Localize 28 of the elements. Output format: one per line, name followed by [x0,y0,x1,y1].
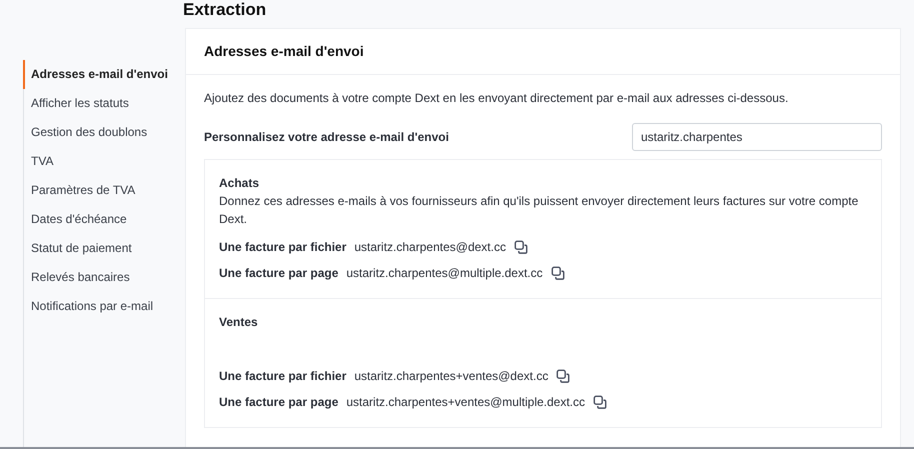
email-address: ustaritz.charpentes@dext.cc [354,239,506,256]
address-label: Une facture par fichier [219,368,346,385]
address-label: Une facture par page [219,394,338,411]
sidebar-item[interactable]: Notifications par e-mail [23,292,185,321]
copy-icon[interactable] [514,240,528,254]
field-label: Personnalisez votre adresse e-mail d'envoi [204,129,449,146]
sidebar-item[interactable]: Afficher les statuts [23,89,185,118]
sidebar-item[interactable]: Gestion des doublons [23,118,185,147]
intro-text: Ajoutez des documents à votre compte Dext en les envoyant directement par e-mail aux adresses ci-dessous. [204,90,790,107]
section-description: Donnez ces adresses e-mails à vos fournisseurs afin qu'ils puissent envoyer directement leurs factures sur votre compte Dext. [219,193,860,228]
address-label: Une facture par page [219,265,338,282]
address-input[interactable]: ustaritz.charpentes [632,123,882,151]
sidebar-item[interactable]: Relevés bancaires [23,263,185,292]
copy-icon[interactable] [593,395,608,409]
page-title: Extraction [183,0,268,20]
sidebar-item[interactable]: Paramètres de TVA [23,176,185,205]
address-label: Une facture par fichier [219,239,346,256]
email-address: ustaritz.charpentes+ventes@dext.cc [354,368,548,385]
section-title: Ventes [219,314,259,331]
email-address: ustaritz.charpentes@multiple.dext.cc [346,265,543,282]
copy-icon[interactable] [556,369,570,383]
card-title: Adresses e-mail d'envoi [186,29,900,75]
sidebar-item[interactable]: Statut de paiement [23,234,185,263]
email-address: ustaritz.charpentes+ventes@multiple.dext.cc [346,394,586,411]
copy-icon[interactable] [550,266,565,280]
section-title: Achats [219,175,260,192]
sidebar-item[interactable]: Dates d'échéance [23,205,185,234]
sidebar-item[interactable]: TVA [23,147,185,176]
